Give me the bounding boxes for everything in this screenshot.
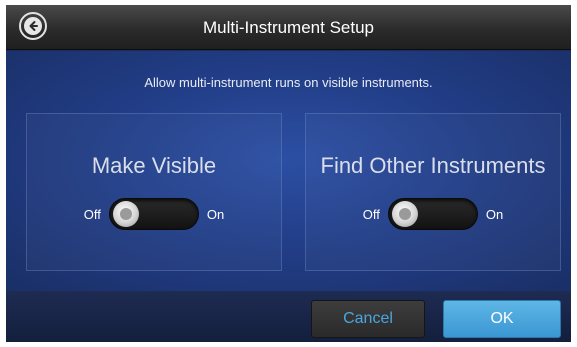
page-title: Multi-Instrument Setup <box>202 18 374 37</box>
footer-bar: Cancel OK <box>6 291 571 342</box>
make-visible-on-label: On <box>206 206 225 222</box>
content-area: Allow multi-instrument runs on visible i… <box>6 51 571 291</box>
find-other-instruments-on-label: On <box>485 206 504 222</box>
ok-button[interactable]: OK <box>443 300 561 338</box>
multi-instrument-setup-screen: Multi-Instrument Setup Allow multi-instr… <box>6 5 571 342</box>
make-visible-toggle[interactable] <box>108 198 199 230</box>
find-other-instruments-toggle[interactable] <box>387 198 478 230</box>
find-other-instruments-toggle-row: Off On <box>306 198 560 230</box>
make-visible-title: Make Visible <box>91 153 217 178</box>
find-other-instruments-panel: Find Other Instruments Off On <box>305 113 561 271</box>
find-other-instruments-title: Find Other Instruments <box>320 153 546 178</box>
make-visible-toggle-row: Off On <box>27 198 281 230</box>
find-other-instruments-off-label: Off <box>362 206 380 222</box>
instructions-text: Allow multi-instrument runs on visible i… <box>144 75 433 90</box>
toggle-knob <box>112 201 139 227</box>
back-arrow-icon <box>24 17 42 35</box>
toggle-knob <box>391 201 418 227</box>
back-button[interactable] <box>19 12 47 40</box>
make-visible-off-label: Off <box>83 206 101 222</box>
cancel-button[interactable]: Cancel <box>311 300 425 338</box>
make-visible-panel: Make Visible Off On <box>26 113 282 271</box>
title-bar: Multi-Instrument Setup <box>6 5 571 50</box>
